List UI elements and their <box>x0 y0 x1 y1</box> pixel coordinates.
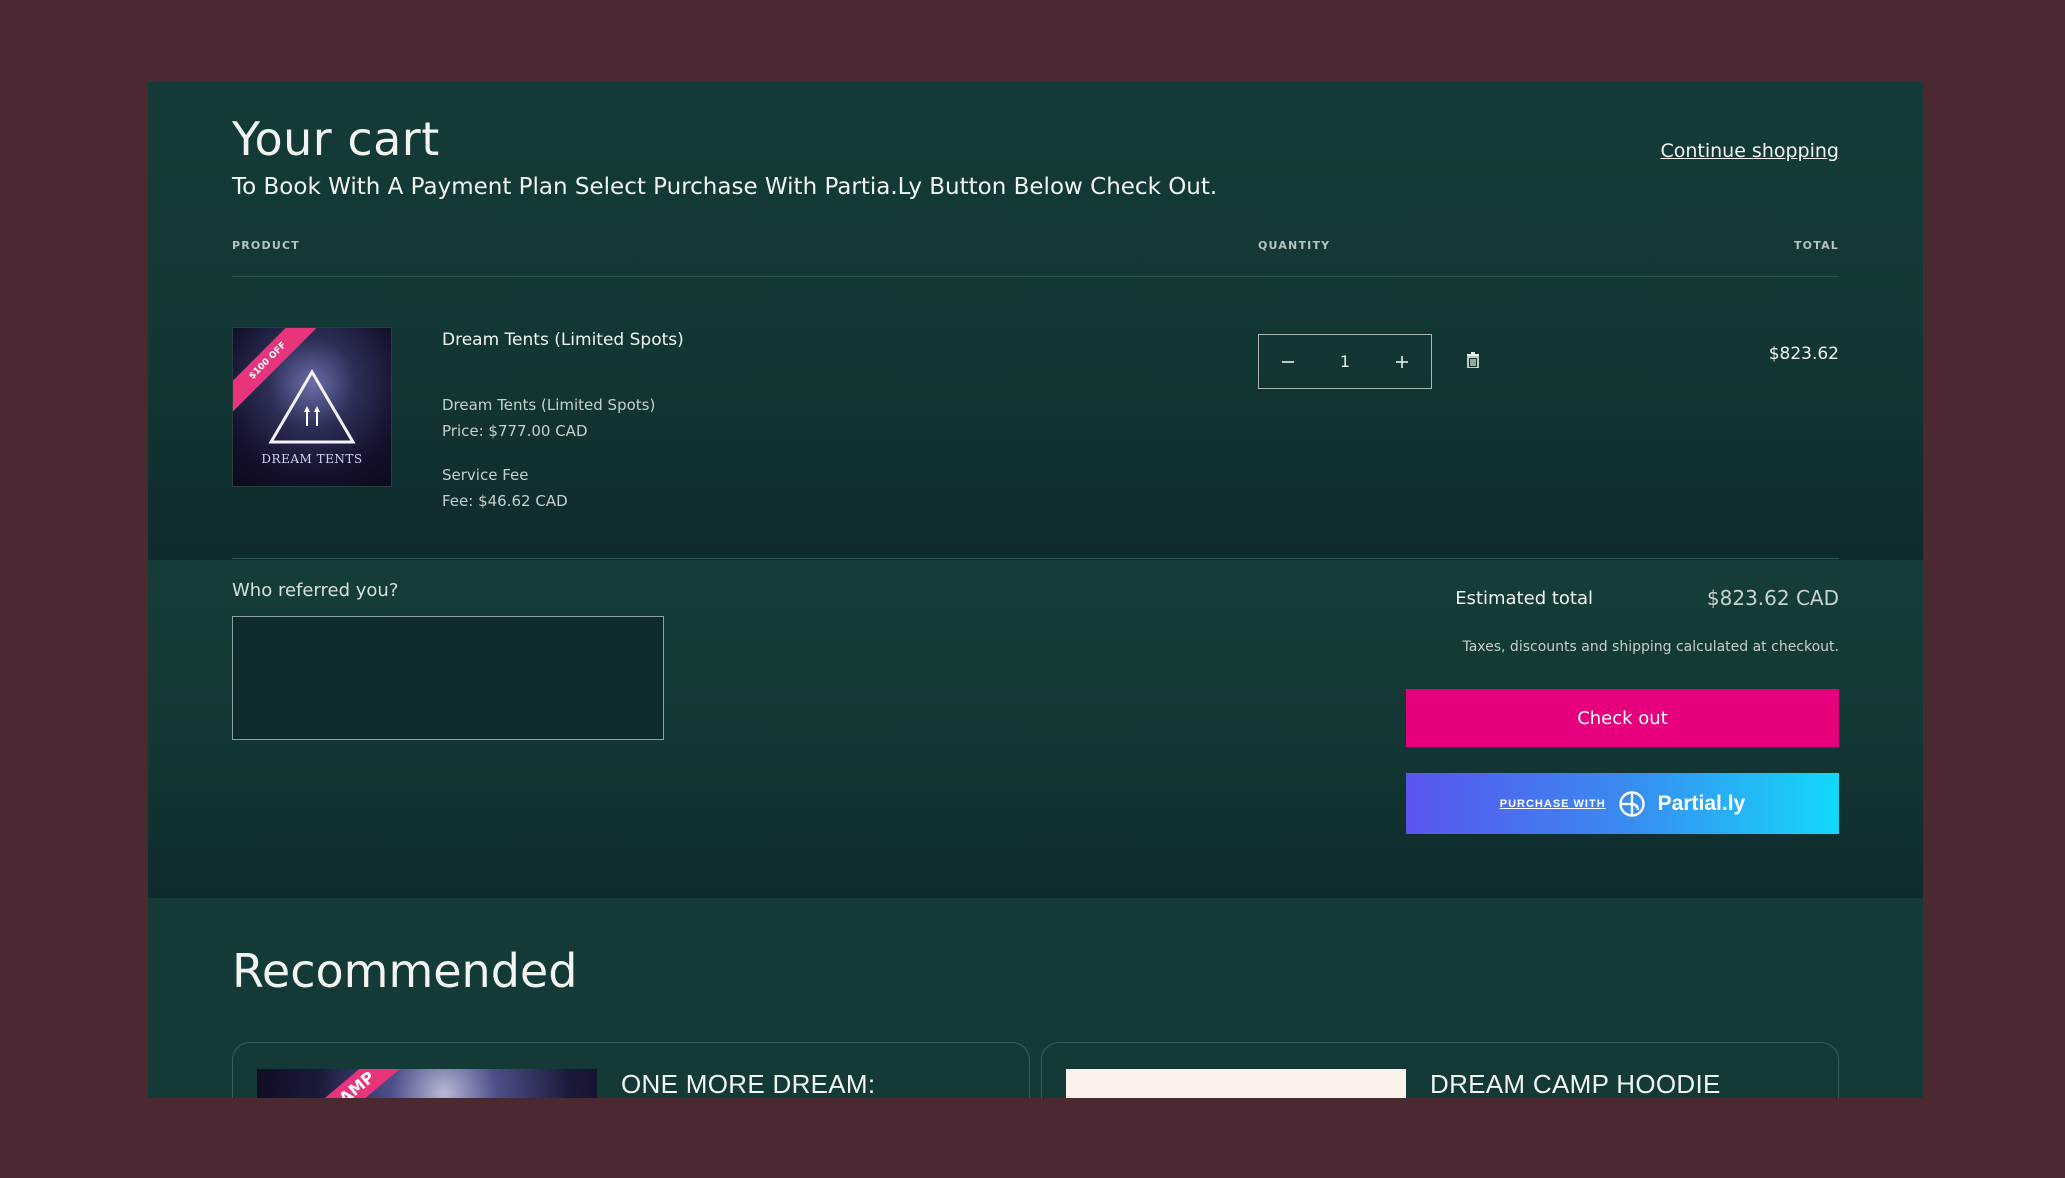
decrease-quantity-button[interactable] <box>1273 350 1303 374</box>
product-image-text: DREAM TENTS <box>261 452 363 466</box>
product-name-link[interactable]: Dream Tents (Limited Spots) <box>442 330 684 350</box>
column-header-total: TOTAL <box>1793 239 1839 252</box>
payment-plan-note: To Book With A Payment Plan Select Purch… <box>232 174 1218 200</box>
remove-item-button[interactable] <box>1466 352 1480 372</box>
tax-note: Taxes, discounts and shipping calculated… <box>1462 639 1839 655</box>
recommended-product-image[interactable]: AMP <box>257 1069 597 1098</box>
quantity-stepper: 1 <box>1258 334 1432 389</box>
line-item-total: $823.62 <box>1768 344 1839 364</box>
page-title: Your cart <box>232 112 440 166</box>
partially-purchase-button[interactable]: PURCHASE WITH Partial.ly <box>1406 773 1839 834</box>
column-header-product: PRODUCT <box>232 239 300 252</box>
items-divider <box>232 558 1839 559</box>
cart-page: Your cart To Book With A Payment Plan Se… <box>148 82 1923 1098</box>
fee-name: Service Fee <box>442 466 529 484</box>
partially-prefix: PURCHASE WITH <box>1499 797 1606 810</box>
header-divider <box>232 276 1839 277</box>
minus-icon <box>1282 360 1294 363</box>
increase-quantity-button[interactable] <box>1387 350 1417 374</box>
recommended-card[interactable]: AMP ONE MORE DREAM: <box>232 1042 1030 1098</box>
referral-label: Who referred you? <box>232 580 399 601</box>
recommended-product-name[interactable]: ONE MORE DREAM: <box>621 1069 875 1098</box>
partially-logo-icon <box>1618 790 1645 817</box>
recommended-title: Recommended <box>232 944 578 998</box>
product-image[interactable]: $100 OFF DREAM TENTS <box>232 327 392 487</box>
recommended-product-name[interactable]: DREAM CAMP HOODIE <box>1430 1069 1721 1098</box>
triangle-logo-icon <box>268 369 356 444</box>
trash-icon <box>1467 352 1479 369</box>
plus-icon <box>1396 355 1408 368</box>
recommended-product-image[interactable] <box>1066 1069 1406 1098</box>
cart-items-section: Your cart To Book With A Payment Plan Se… <box>148 82 1923 560</box>
checkout-button[interactable]: Check out <box>1406 689 1839 747</box>
recommended-card[interactable]: DREAM CAMP HOODIE <box>1041 1042 1839 1098</box>
continue-shopping-link[interactable]: Continue shopping <box>1660 140 1839 162</box>
partially-brand: Partial.ly <box>1657 791 1746 815</box>
option-name: Dream Tents (Limited Spots) <box>442 396 656 414</box>
quantity-input[interactable]: 1 <box>1340 352 1350 371</box>
column-header-quantity: QUANTITY <box>1258 239 1331 252</box>
referral-input[interactable] <box>232 616 664 740</box>
estimated-total-value: $823.62 CAD <box>1706 586 1839 610</box>
recommended-ribbon: AMP <box>302 1069 412 1098</box>
fee-value: Fee: $46.62 CAD <box>442 492 568 510</box>
option-price: Price: $777.00 CAD <box>442 422 588 440</box>
estimated-total-label: Estimated total <box>1455 588 1593 609</box>
